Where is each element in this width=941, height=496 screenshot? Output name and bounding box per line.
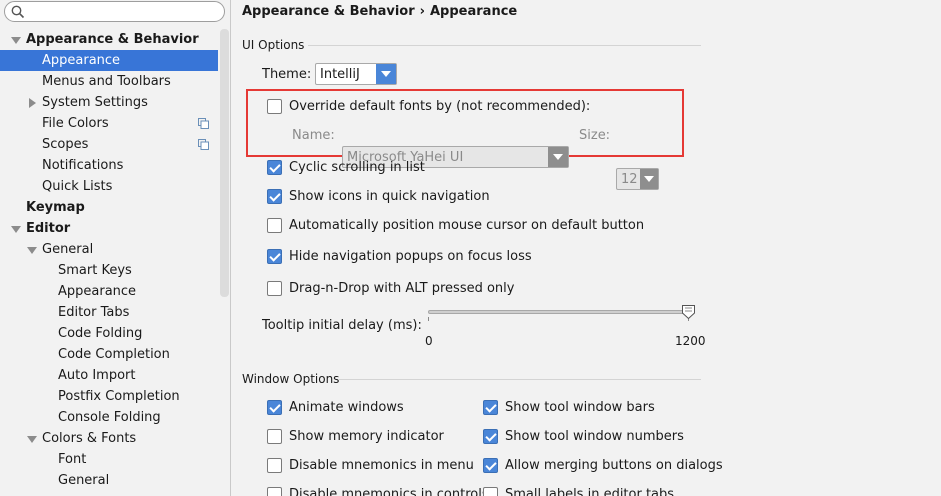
animate-windows-option[interactable]: Animate windows [267,398,404,416]
small-labels-option[interactable]: Small labels in editor tabs [483,485,674,496]
tool-window-bars-option[interactable]: Show tool window bars [483,398,655,416]
font-size-select[interactable]: 12 [616,168,659,190]
tree-item-appearance-behavior[interactable]: Appearance & Behavior [0,29,218,50]
slider-min-label: 0 [425,334,433,348]
theme-select[interactable]: IntelliJ [315,63,397,85]
cyclic-scrolling-option[interactable]: Cyclic scrolling in list [267,158,425,176]
hide-popups-checkbox[interactable] [267,248,282,264]
small-labels-checkbox[interactable] [483,486,498,496]
tree-item-auto-import[interactable]: Auto Import [0,365,218,386]
auto-position-cursor-checkbox[interactable] [267,217,282,233]
hide-popups-option[interactable]: Hide navigation popups on focus loss [267,247,532,265]
slider-tick [428,317,429,321]
expand-arrow-icon[interactable] [27,247,37,254]
disable-mnemonics-controls-option[interactable]: Disable mnemonics in controls [267,485,489,496]
tool-window-numbers-checkbox[interactable] [483,428,498,444]
tree-item-editor-tabs[interactable]: Editor Tabs [0,302,218,323]
tree-item-editor-appearance[interactable]: Appearance [0,281,218,302]
tree-item-file-colors[interactable]: File Colors [0,113,218,134]
tree-item-console-folding[interactable]: Console Folding [0,407,218,428]
tree-item-colors-general[interactable]: General [0,470,218,491]
tool-window-bars-checkbox[interactable] [483,399,498,415]
settings-sidebar: Appearance & Behavior Appearance Menus a… [0,0,231,496]
slider-track [428,310,690,314]
tooltip-delay-slider[interactable] [428,305,696,339]
tree-item-notifications[interactable]: Notifications [0,155,218,176]
expand-arrow-icon[interactable] [27,436,37,443]
disable-mnemonics-menu-option[interactable]: Disable mnemonics in menu [267,456,474,474]
merging-buttons-option[interactable]: Allow merging buttons on dialogs [483,456,723,474]
memory-indicator-option[interactable]: Show memory indicator [267,427,444,445]
expand-arrow-icon[interactable] [11,37,21,44]
show-icons-checkbox[interactable] [267,188,282,204]
section-divider [338,379,701,380]
tree-item-smart-keys[interactable]: Smart Keys [0,260,218,281]
tree-item-code-folding[interactable]: Code Folding [0,323,218,344]
window-options-title: Window Options [242,372,340,386]
tree-item-editor[interactable]: Editor [0,218,218,239]
slider-thumb[interactable] [682,305,695,319]
drag-drop-alt-option[interactable]: Drag-n-Drop with ALT pressed only [267,279,514,297]
merging-buttons-checkbox[interactable] [483,457,498,473]
animate-windows-checkbox[interactable] [267,399,282,415]
sidebar-scrollbar[interactable] [220,29,229,297]
dropdown-arrow-icon [640,169,658,189]
tree-item-menus-toolbars[interactable]: Menus and Toolbars [0,71,218,92]
collapse-arrow-icon[interactable] [29,98,36,108]
tree-item-colors-fonts[interactable]: Colors & Fonts [0,428,218,449]
override-fonts-checkbox[interactable] [267,98,282,114]
dropdown-arrow-icon [376,64,396,84]
override-fonts-option[interactable]: Override default fonts by (not recommend… [267,97,590,115]
disable-mnemonics-menu-checkbox[interactable] [267,457,282,473]
tool-window-numbers-option[interactable]: Show tool window numbers [483,427,684,445]
tree-item-code-completion[interactable]: Code Completion [0,344,218,365]
ui-options-title: UI Options [242,38,305,52]
font-size-label: Size: [579,128,611,143]
cyclic-scrolling-checkbox[interactable] [267,159,282,175]
disable-mnemonics-controls-checkbox[interactable] [267,486,282,496]
search-icon [11,5,25,19]
font-name-label: Name: [292,128,335,143]
project-level-icon [198,118,209,129]
tree-item-system-settings[interactable]: System Settings [0,92,218,113]
slider-max-label: 1200 [675,334,706,348]
tree-item-general[interactable]: General [0,239,218,260]
tooltip-delay-label: Tooltip initial delay (ms): [262,318,422,333]
dropdown-arrow-icon [548,147,568,167]
tree-item-appearance[interactable]: Appearance [0,50,218,71]
auto-position-cursor-option[interactable]: Automatically position mouse cursor on d… [267,216,644,234]
breadcrumb: Appearance & Behavior › Appearance [242,4,518,19]
settings-tree: Appearance & Behavior Appearance Menus a… [0,29,218,491]
theme-label: Theme: [262,67,312,82]
project-level-icon [198,139,209,150]
drag-drop-alt-checkbox[interactable] [267,280,282,296]
tree-item-postfix-completion[interactable]: Postfix Completion [0,386,218,407]
memory-indicator-checkbox[interactable] [267,428,282,444]
show-icons-option[interactable]: Show icons in quick navigation [267,187,490,205]
tree-item-quick-lists[interactable]: Quick Lists [0,176,218,197]
search-input[interactable] [4,1,225,22]
tree-item-font[interactable]: Font [0,449,218,470]
settings-panel: Appearance & Behavior › Appearance UI Opti… [232,0,941,496]
tree-item-keymap[interactable]: Keymap [0,197,218,218]
section-divider [308,45,701,46]
expand-arrow-icon[interactable] [11,226,21,233]
tree-item-scopes[interactable]: Scopes [0,134,218,155]
